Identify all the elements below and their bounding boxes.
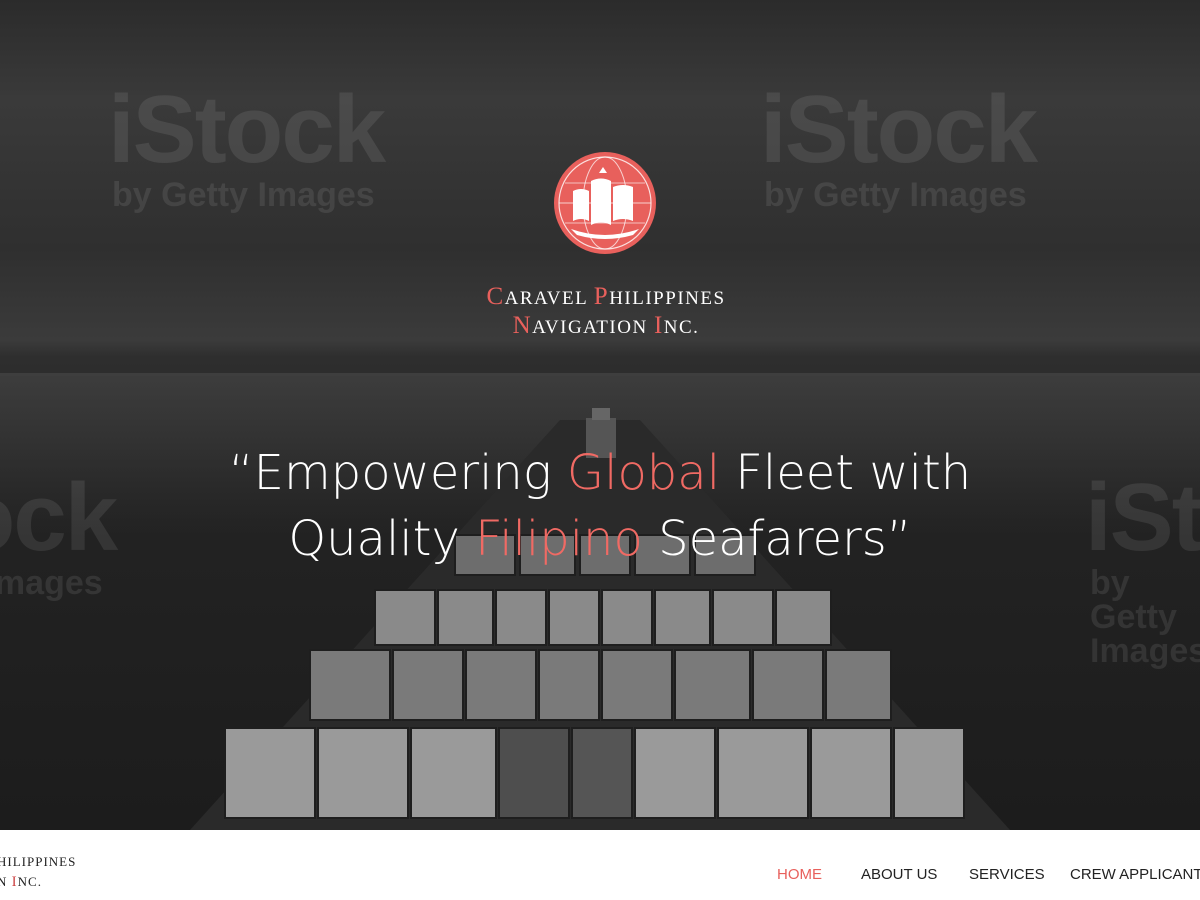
main-navbar bbox=[0, 830, 1200, 900]
nav-item-about-us[interactable]: ABOUT US bbox=[861, 866, 937, 883]
hero-tagline: “Empowering Global Fleet with Quality Fi… bbox=[150, 440, 1050, 572]
company-name: CARAVEL PHILIPPINES NAVIGATION INC. bbox=[400, 283, 812, 341]
company-name-line1: CARAVEL PHILIPPINES bbox=[486, 283, 726, 310]
tagline-line1: “Empowering Global Fleet with bbox=[228, 445, 972, 501]
nav-item-home[interactable]: HOME bbox=[777, 866, 822, 883]
tagline-line2: Quality Filipino Seafarers” bbox=[288, 511, 912, 567]
nav-item-services[interactable]: SERVICES bbox=[969, 866, 1045, 883]
hero-section: iStock by Getty Images iStock by Getty I… bbox=[0, 0, 1200, 830]
caravel-logo-icon[interactable] bbox=[553, 151, 657, 255]
company-name-line2: NAVIGATION INC. bbox=[512, 312, 700, 339]
nav-item-crew-applicants[interactable]: CREW APPLICANTS bbox=[1070, 866, 1200, 883]
nav-menu: HOME ABOUT US SERVICES CREW APPLICANTS bbox=[0, 866, 1200, 886]
container-ship-image bbox=[190, 408, 1010, 830]
